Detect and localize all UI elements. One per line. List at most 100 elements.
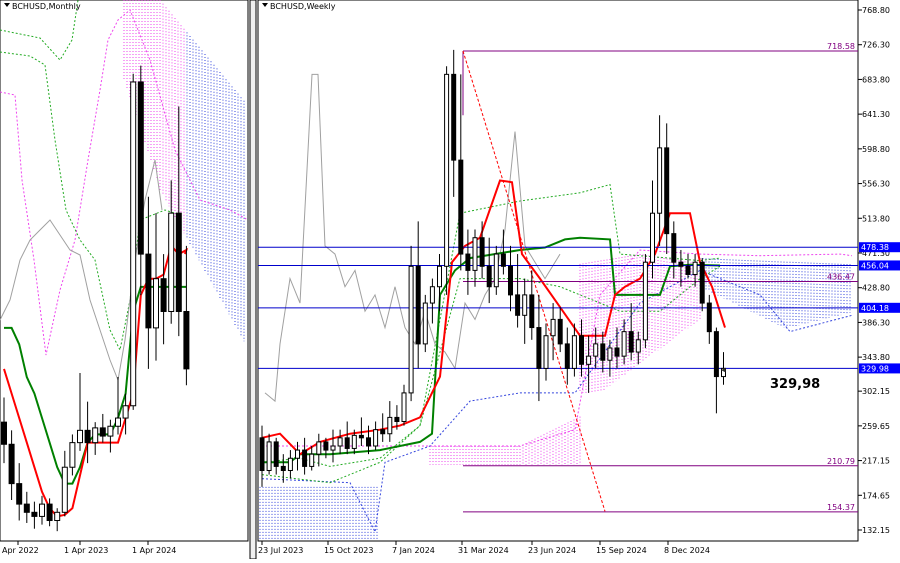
weekly-candle-body <box>642 261 648 341</box>
weekly-candle-body <box>444 73 450 267</box>
weekly-candle-body <box>259 437 265 471</box>
weekly-candle-body <box>692 261 698 275</box>
monthly-candle-body <box>175 212 182 312</box>
weekly-x-tick-label: 15 Sep 2024 <box>596 546 647 555</box>
weekly-candle-body <box>458 159 464 255</box>
level-price-label: 718.58 <box>827 42 855 51</box>
weekly-candle-body <box>316 441 322 455</box>
weekly-y-tick-label: 513.80 <box>862 214 890 223</box>
weekly-title: BCHUSD,Weekly <box>270 2 336 11</box>
monthly-candle-body <box>160 278 167 312</box>
monthly-candle <box>130 73 137 410</box>
weekly-candle-body <box>635 339 641 353</box>
weekly-candle-body <box>664 147 670 235</box>
weekly-y-tick-label: 132.15 <box>862 526 890 535</box>
level-price-label: 436.47 <box>827 272 855 281</box>
weekly-candle-body <box>351 434 357 449</box>
weekly-candle-body <box>323 441 329 451</box>
level-price-label: 210.79 <box>827 457 855 466</box>
weekly-candle-body <box>451 73 457 161</box>
weekly-candle-body <box>657 147 663 214</box>
monthly-candle-body <box>39 503 45 517</box>
weekly-candle-body <box>408 265 414 394</box>
weekly-candle-body <box>628 331 634 353</box>
monthly-candle-body <box>77 429 83 444</box>
weekly-candle-body <box>366 437 371 447</box>
monthly-candle-body <box>92 427 99 444</box>
weekly-candle-body <box>685 265 691 275</box>
monthly-candle-body <box>153 278 159 329</box>
weekly-candle <box>642 254 648 348</box>
weekly-x-tick-label: 23 Jul 2023 <box>258 546 303 555</box>
weekly-candle-body <box>429 286 435 304</box>
weekly-candle-body <box>472 237 478 271</box>
weekly-candle-body <box>671 233 677 263</box>
weekly-y-tick-label: 726.30 <box>862 41 890 50</box>
weekly-candle-body <box>273 441 279 467</box>
monthly-candle-body <box>61 466 68 513</box>
weekly-y-tick-label: 302.15 <box>862 387 890 396</box>
chart-root: BCHUSD,Monthly Apr 2022 1 Apr 2023 1 Apr 20… <box>0 0 900 560</box>
weekly-candle-body <box>287 457 293 471</box>
monthly-candle-body <box>137 81 144 255</box>
monthly-candle-body <box>8 443 15 485</box>
chart-canvas: BCHUSD,Monthly Apr 2022 1 Apr 2023 1 Apr 20… <box>0 0 900 560</box>
weekly-candle-body <box>706 302 712 333</box>
weekly-y-tick-label: 598.80 <box>862 145 890 154</box>
monthly-x-tick-label: 1 Apr 2023 <box>64 546 108 555</box>
weekly-candle-body <box>337 437 343 447</box>
weekly-y-tick-label: 343.80 <box>862 353 890 362</box>
monthly-candle-body <box>16 483 23 505</box>
weekly-candle-body <box>344 437 350 449</box>
level-price-label: 404.18 <box>861 304 889 313</box>
monthly-candle-body <box>46 503 53 522</box>
monthly-candle-body <box>130 81 137 407</box>
level-price-label: 329.98 <box>861 364 889 373</box>
monthly-candle-body <box>84 429 91 444</box>
monthly-candle-body <box>31 511 38 517</box>
weekly-candle-body <box>508 265 513 296</box>
weekly-candle-body <box>586 355 592 365</box>
weekly-y-tick-label: 768.80 <box>862 6 890 15</box>
weekly-panel-frame <box>257 0 859 542</box>
weekly-x-tick-label: 31 Mar 2024 <box>458 546 509 555</box>
weekly-candle <box>408 245 414 402</box>
weekly-candle-body <box>295 449 300 459</box>
monthly-panel-frame <box>0 0 249 542</box>
weekly-candle <box>699 258 705 312</box>
weekly-y-tick-label: 428.80 <box>862 284 890 293</box>
monthly-candle-body <box>115 417 121 427</box>
weekly-candle-body <box>266 441 272 471</box>
weekly-candle-body <box>330 445 336 451</box>
weekly-y-tick-label: 683.80 <box>862 75 890 84</box>
monthly-title: BCHUSD,Monthly <box>12 2 81 11</box>
monthly-candle-body <box>122 405 129 419</box>
weekly-candle-body <box>713 331 719 378</box>
weekly-candle-body <box>302 449 308 467</box>
weekly-candle-body <box>422 302 428 345</box>
weekly-candle-body <box>486 265 492 288</box>
monthly-candle-body <box>107 425 114 437</box>
price-annotation: 329,98 <box>770 377 820 392</box>
weekly-candle-body <box>536 327 542 369</box>
monthly-candle-body <box>1 421 7 445</box>
weekly-candle-body <box>309 453 315 467</box>
weekly-candle-body <box>557 318 563 345</box>
monthly-candle-body <box>69 442 76 468</box>
weekly-x-tick-label: 7 Jan 2024 <box>392 546 435 555</box>
weekly-candle-body <box>437 265 442 288</box>
weekly-candle-body <box>394 416 400 422</box>
level-price-label: 154.37 <box>827 503 855 512</box>
weekly-candle-body <box>373 429 379 447</box>
weekly-y-tick-label: 217.15 <box>862 457 890 466</box>
weekly-x-tick-label: 23 Jun 2024 <box>528 546 576 555</box>
weekly-candle-body <box>678 261 684 267</box>
monthly-candle-body <box>99 427 106 437</box>
weekly-candle-body <box>650 212 655 263</box>
level-price-label: 456.04 <box>861 261 889 270</box>
monthly-candle-body <box>145 253 152 329</box>
weekly-candle <box>444 66 450 295</box>
weekly-candle-body <box>522 294 528 316</box>
weekly-candle-body <box>600 343 606 361</box>
weekly-candle-body <box>699 261 705 304</box>
